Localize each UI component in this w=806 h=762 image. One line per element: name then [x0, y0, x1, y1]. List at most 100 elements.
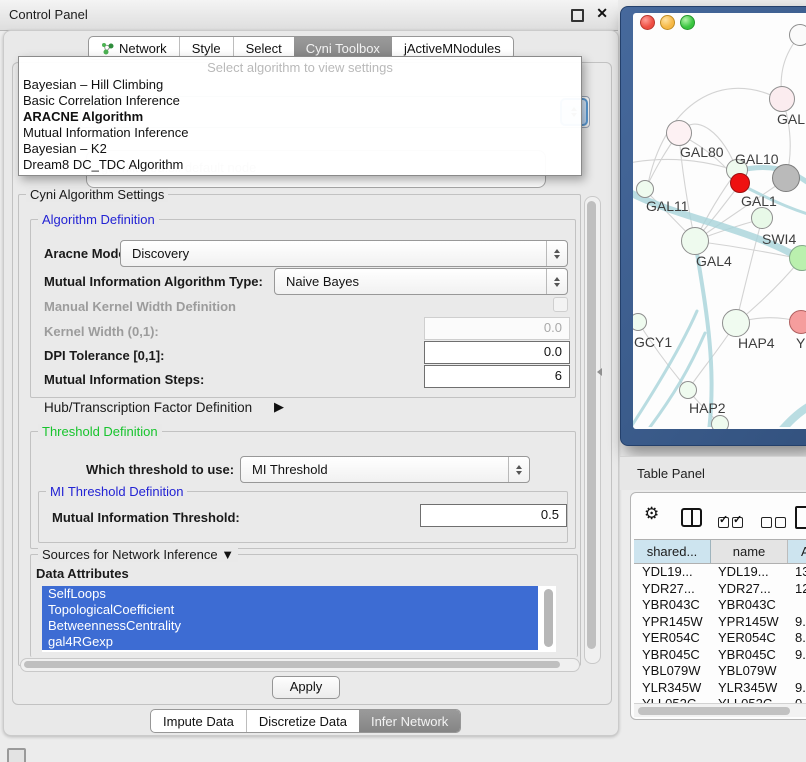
aracne-mode-label: Aracne Mode: — [44, 246, 130, 261]
mi-type-select[interactable]: Naive Bayes — [274, 268, 568, 295]
tab-style-label: Style — [192, 41, 221, 56]
tab-impute-data[interactable]: Impute Data — [151, 710, 247, 732]
new-table-icon[interactable] — [795, 506, 806, 529]
select-all-checks-icon[interactable] — [718, 515, 746, 533]
network-node[interactable] — [711, 415, 729, 429]
cell: YER054C — [642, 630, 700, 645]
settings-scrollbar[interactable] — [584, 196, 601, 664]
apply-button[interactable]: Apply — [272, 676, 340, 699]
kernel-width-field[interactable]: 0.0 — [424, 317, 570, 340]
cell: YBL079W — [718, 663, 777, 678]
threshold-definition-title: Threshold Definition — [38, 424, 162, 439]
mi-steps-field[interactable]: 6 — [424, 365, 570, 388]
list-item[interactable]: gal4RGexp — [42, 634, 538, 650]
dropdown-item-highlighted[interactable]: ARACNE Algorithm — [23, 109, 143, 125]
cell: YBR045C — [642, 647, 700, 662]
network-node[interactable] — [772, 164, 800, 192]
manual-kernel-label: Manual Kernel Width Definition — [44, 299, 236, 314]
cell: YBL079W — [642, 663, 701, 678]
node-label: GAL80 — [680, 144, 724, 160]
deselect-all-checks-icon[interactable] — [761, 515, 789, 533]
sources-title: Sources for Network Inference ▼ — [38, 547, 238, 562]
network-node[interactable] — [789, 310, 806, 334]
table-hscrollbar-thumb[interactable] — [638, 707, 790, 715]
stepper-icon — [546, 241, 567, 266]
sources-title-text: Sources for Network Inference — [42, 547, 218, 562]
network-node[interactable] — [722, 309, 750, 337]
dropdown-item[interactable]: Dream8 DC_TDC Algorithm — [23, 157, 183, 173]
column-header[interactable]: name — [711, 540, 788, 563]
node-label: GAL11 — [646, 198, 689, 214]
panel-title: Control Panel — [9, 7, 88, 22]
table-row[interactable]: YER054CYER054C8. — [634, 630, 806, 647]
table-row[interactable]: YLL052CYLL052C0. — [634, 696, 806, 703]
float-window-icon[interactable] — [571, 9, 584, 22]
table-row[interactable]: YLR345WYLR345W9. — [634, 680, 806, 697]
manual-kernel-checkbox[interactable] — [553, 297, 568, 312]
aracne-mode-select[interactable]: Discovery — [120, 240, 568, 267]
column-layout-icon[interactable] — [681, 508, 702, 527]
network-node[interactable] — [679, 381, 697, 399]
gear-icon[interactable]: ⚙ — [644, 504, 659, 524]
network-node[interactable] — [789, 24, 806, 46]
node-label: Y — [796, 335, 805, 351]
settings-hscrollbar[interactable] — [20, 658, 580, 672]
table-row[interactable]: YPR145WYPR145W9. — [634, 614, 806, 631]
collapse-right-icon[interactable]: ▶ — [274, 399, 284, 415]
dropdown-item[interactable]: Basic Correlation Inference — [23, 93, 180, 109]
list-item[interactable]: BetweennessCentrality — [42, 618, 538, 634]
cell: YBR043C — [718, 597, 776, 612]
network-canvas[interactable]: GAL GAL80 GAL10 GAL11 GAL1 SWI4 GAL4 GCY… — [633, 13, 806, 429]
cell: 8. — [795, 630, 806, 645]
list-scrollbar-thumb[interactable] — [544, 589, 553, 647]
data-attributes-list: SelfLoops TopologicalCoefficient Between… — [42, 586, 556, 652]
network-window[interactable]: GAL GAL80 GAL10 GAL11 GAL1 SWI4 GAL4 GCY… — [620, 6, 806, 446]
which-threshold-select[interactable]: MI Threshold — [240, 456, 530, 483]
dpi-tolerance-field[interactable]: 0.0 — [424, 341, 570, 364]
mi-threshold-field[interactable]: 0.5 — [420, 504, 567, 527]
cell: YPR145W — [642, 614, 703, 629]
table-row[interactable]: YBL079W YBL079W — [634, 663, 806, 680]
network-node-selected[interactable] — [730, 173, 750, 193]
tab-discretize-data[interactable]: Discretize Data — [247, 710, 359, 732]
list-item[interactable]: SelfLoops — [42, 586, 538, 602]
network-node[interactable] — [751, 207, 773, 229]
table-row[interactable]: YBR043CYBR043C — [634, 597, 806, 614]
network-node[interactable] — [681, 227, 709, 255]
cell: 0. — [795, 696, 806, 703]
algorithm-dropdown-popup: Select algorithm to view settings Bayesi… — [18, 56, 582, 176]
table-row[interactable]: YBR045CYBR045C9. — [634, 647, 806, 664]
mi-threshold-label: Mutual Information Threshold: — [52, 510, 240, 525]
column-header[interactable]: A — [788, 540, 806, 563]
collapse-down-icon[interactable]: ▼ — [221, 547, 234, 562]
cell: 12 — [795, 581, 806, 596]
tab-jactivemnodules-label: jActiveMNodules — [404, 41, 501, 56]
dropdown-item[interactable]: Bayesian – K2 — [23, 141, 107, 157]
which-threshold-value: MI Threshold — [241, 462, 508, 477]
algorithm-definition-title: Algorithm Definition — [38, 212, 159, 227]
network-node[interactable] — [769, 86, 795, 112]
splitter-collapse-icon[interactable] — [593, 368, 602, 376]
table-row[interactable]: YDR27...YDR27...12 — [634, 581, 806, 598]
cell: YPR145W — [718, 614, 779, 629]
control-panel-titlebar: Control Panel ✕ — [0, 0, 618, 31]
table-row[interactable]: YDL19...YDL19...13 — [634, 564, 806, 581]
settings-scrollbar-thumb[interactable] — [587, 201, 596, 649]
column-header[interactable]: shared... — [634, 540, 711, 563]
node-label: GCY1 — [634, 334, 672, 350]
node-label: SWI4 — [762, 231, 796, 247]
network-node[interactable] — [666, 120, 692, 146]
dropdown-item[interactable]: Mutual Information Inference — [23, 125, 188, 141]
close-icon[interactable]: ✕ — [596, 5, 608, 22]
network-node[interactable] — [636, 180, 654, 198]
dropdown-item[interactable]: Bayesian – Hill Climbing — [23, 77, 163, 93]
table-panel-title: Table Panel — [637, 466, 705, 481]
dock-panel-icon[interactable] — [7, 748, 26, 762]
settings-hscrollbar-thumb[interactable] — [24, 661, 560, 668]
hub-section-label[interactable]: Hub/Transcription Factor Definition — [44, 400, 252, 415]
table-hscrollbar[interactable] — [634, 703, 806, 717]
tab-infer-network[interactable]: Infer Network — [359, 710, 460, 732]
which-threshold-label: Which threshold to use: — [86, 462, 234, 477]
list-item[interactable]: TopologicalCoefficient — [42, 602, 538, 618]
tab-discretize-data-label: Discretize Data — [259, 714, 347, 729]
